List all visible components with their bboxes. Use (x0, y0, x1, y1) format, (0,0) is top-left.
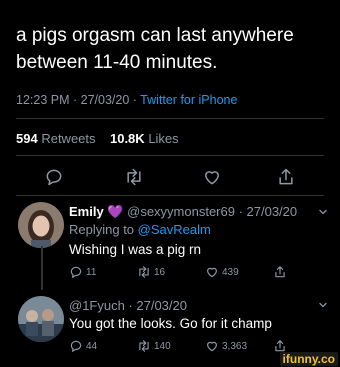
reply-count: 11 (86, 266, 97, 278)
likes-count[interactable]: 10.8K (110, 131, 145, 146)
retweet-icon (139, 266, 149, 278)
reply-text: Wishing I was a pig rn (69, 242, 202, 257)
share-button[interactable] (274, 165, 298, 189)
like-button[interactable]: 3,363 (205, 338, 247, 354)
reply-text: You got the looks. Go for it champ (69, 316, 272, 331)
heart-icon (207, 267, 217, 278)
share-icon (279, 168, 293, 185)
display-name[interactable]: Emily (69, 204, 104, 219)
replying-to: Replying to @SavRealm (69, 222, 211, 237)
reply-action-bar: 11 16 439 (69, 264, 299, 280)
retweet-icon (127, 168, 141, 186)
thread-connector (41, 246, 43, 290)
mention-link[interactable]: @SavRealm (138, 222, 211, 237)
reply-button[interactable]: 44 (69, 338, 97, 354)
tweet-stats: 594 Retweets 10.8K Likes (16, 131, 179, 146)
tweet-client-link[interactable]: Twitter for iPhone (140, 93, 237, 107)
comment-icon (70, 266, 82, 278)
reply-action-bar: 44 140 3,363 (69, 338, 299, 354)
watermark: ifunny.co (279, 352, 338, 366)
heart-icon (205, 171, 219, 185)
tweet-text: a pigs orgasm can last anywhere between … (16, 25, 294, 73)
comment-icon (70, 340, 82, 352)
user-avatar-image (18, 202, 64, 248)
heart-emoji: 💜 (107, 204, 124, 219)
reply-header: Emily 💜 @sexyymonster69 · 27/03/20 (69, 204, 297, 220)
retweet-button[interactable]: 16 (137, 264, 165, 280)
handle-and-date[interactable]: @1Fyuch · 27/03/20 (69, 298, 187, 313)
share-icon (275, 266, 285, 278)
avatar[interactable] (18, 202, 64, 248)
like-button[interactable]: 439 (205, 264, 239, 280)
reply-count: 44 (86, 340, 98, 352)
divider (16, 155, 324, 156)
tweet-action-bar (0, 165, 340, 189)
reply-button[interactable]: 11 (69, 264, 96, 280)
retweet-icon (139, 340, 149, 352)
reply-button[interactable] (42, 165, 66, 189)
heart-icon (207, 341, 217, 352)
retweet-button[interactable] (122, 165, 146, 189)
tweet-timestamp: 12:23 PM · 27/03/20 · Twitter for iPhone (16, 93, 237, 107)
retweet-count: 140 (154, 340, 171, 352)
comment-icon (46, 169, 62, 186)
divider (16, 118, 324, 119)
tweet-time: 12:23 PM · 27/03/20 · (16, 93, 141, 107)
replying-to-prefix: Replying to (69, 222, 138, 237)
handle-and-date[interactable]: @sexyymonster69 · 27/03/20 (127, 204, 297, 219)
retweet-button[interactable]: 140 (137, 338, 171, 354)
chevron-down-icon[interactable] (318, 207, 328, 217)
like-count: 3,363 (222, 340, 248, 352)
like-button[interactable] (200, 165, 224, 189)
retweets-count[interactable]: 594 (16, 131, 38, 146)
share-button[interactable] (273, 264, 290, 280)
retweets-label[interactable]: Retweets (41, 131, 95, 146)
like-count: 439 (222, 266, 239, 278)
divider (16, 195, 324, 196)
chevron-down-icon[interactable] (318, 300, 328, 310)
user-avatar-image (18, 296, 64, 342)
share-icon (275, 340, 285, 352)
likes-label[interactable]: Likes (148, 131, 178, 146)
avatar[interactable] (18, 296, 64, 342)
retweet-count: 16 (154, 266, 166, 278)
reply-header: @1Fyuch · 27/03/20 (69, 298, 187, 313)
